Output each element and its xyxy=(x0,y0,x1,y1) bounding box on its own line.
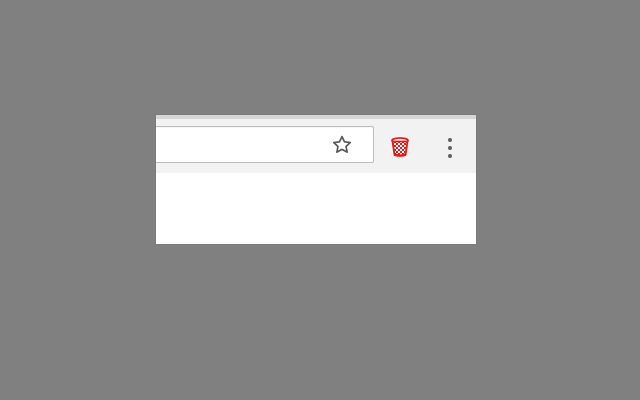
page-content-area xyxy=(156,173,476,244)
address-input[interactable] xyxy=(156,133,315,155)
trash-extension-button[interactable] xyxy=(388,135,412,159)
star-outline-icon xyxy=(332,135,352,153)
browser-window-crop xyxy=(156,115,476,244)
address-bar[interactable] xyxy=(156,126,374,163)
trash-can-icon xyxy=(391,137,409,157)
bookmark-star-button[interactable] xyxy=(331,134,353,156)
browser-menu-button[interactable] xyxy=(442,136,458,160)
browser-toolbar xyxy=(156,115,476,177)
vertical-three-dots-icon xyxy=(448,138,452,158)
screen-background xyxy=(0,0,640,400)
